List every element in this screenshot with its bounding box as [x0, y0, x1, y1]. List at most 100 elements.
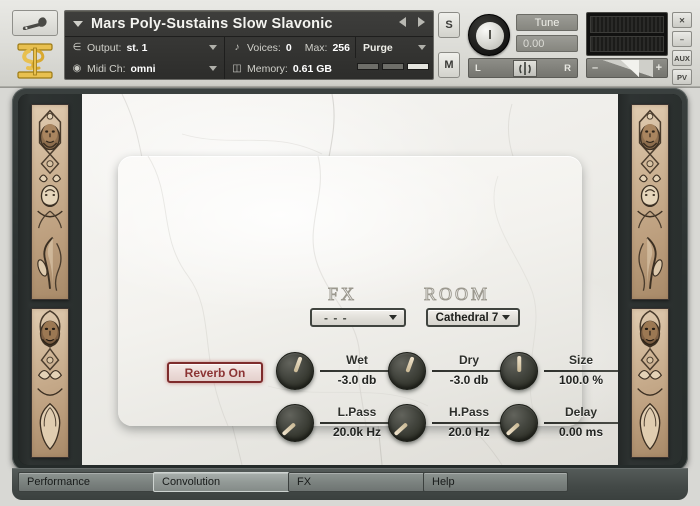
volume-slider[interactable]: – +: [586, 58, 668, 78]
kontakt-logo-icon: [12, 38, 58, 84]
max-value: 256: [332, 41, 350, 54]
pan-right-label: R: [564, 62, 571, 74]
carved-face-lower: [637, 310, 663, 451]
pan-handle[interactable]: [513, 60, 537, 77]
instrument-nav-arrows[interactable]: [399, 17, 425, 27]
knob-dial[interactable]: [500, 404, 538, 442]
knob-label: Dry: [458, 353, 479, 367]
purge-menu[interactable]: Purge: [355, 37, 433, 58]
aux-button[interactable]: AUX: [672, 50, 692, 66]
tune-value[interactable]: 0.00: [516, 35, 578, 52]
minimize-icon[interactable]: –: [672, 31, 692, 47]
tune-knob[interactable]: [468, 14, 510, 56]
knob-delay[interactable]: Delay 0.00 ms: [500, 404, 620, 450]
knob-dry[interactable]: Dry -3.0 db: [388, 352, 508, 398]
knob-indicator: [505, 422, 521, 437]
knob-indicator: [517, 356, 521, 372]
room-dropdown[interactable]: Cathedral 7: [426, 308, 520, 327]
next-preset-icon[interactable]: [418, 17, 425, 27]
meter-left: [590, 16, 664, 33]
volume-plus-label: +: [655, 62, 662, 74]
header-row-output: ∈ Output: st. 1 ♪ Voices: 0 Max: 256 Pur…: [65, 37, 433, 58]
tab-label: Help: [432, 476, 455, 488]
meter-segment: [382, 63, 404, 70]
meter-segment: [407, 63, 429, 70]
purge-chevron-icon[interactable]: [418, 45, 426, 50]
output-chevron-icon[interactable]: [209, 45, 217, 50]
window-buttons: ✕ – AUX PV: [672, 12, 694, 88]
fx-dropdown-value: - - -: [324, 310, 348, 325]
knob-dial[interactable]: [388, 404, 426, 442]
output-icon: ∈: [72, 42, 82, 53]
midi-label: Midi Ch:: [87, 62, 126, 75]
tab-convolution[interactable]: Convolution: [153, 472, 298, 492]
pan-left-label: L: [475, 62, 481, 74]
midi-chevron-icon[interactable]: [209, 66, 217, 71]
knob-label: Size: [568, 353, 593, 367]
room-dropdown-value: Cathedral 7: [435, 311, 499, 324]
output-selector[interactable]: ∈ Output: st. 1: [65, 37, 225, 58]
knob-lpass[interactable]: L.Pass 20.0k Hz: [276, 404, 396, 450]
fx-dropdown[interactable]: - - -: [310, 308, 406, 327]
output-value: st. 1: [126, 41, 148, 54]
reverb-on-button[interactable]: Reverb On: [167, 362, 263, 383]
knob-rule: [320, 370, 394, 372]
wrench-icon[interactable]: [12, 10, 58, 36]
knob-wet[interactable]: Wet -3.0 db: [276, 352, 396, 398]
knob-rule: [320, 422, 394, 424]
knob-dial[interactable]: [388, 352, 426, 390]
chevron-down-icon[interactable]: [502, 315, 511, 320]
tab-bar: Performance Convolution FX Help: [12, 468, 688, 500]
knob-size[interactable]: Size 100.0 %: [500, 352, 620, 398]
tab-help[interactable]: Help: [423, 472, 568, 492]
ornament-panel-face-top-left: [31, 104, 69, 300]
meter-right: [590, 35, 664, 52]
knob-value: -3.0 db: [449, 373, 489, 387]
midi-icon: ◉: [72, 63, 82, 74]
knob-rule: [432, 370, 506, 372]
left-ornament-column: [18, 94, 82, 465]
solo-button[interactable]: S: [438, 12, 460, 38]
knob-dial[interactable]: [500, 352, 538, 390]
max-label: Max:: [304, 41, 328, 54]
memory-meter: [357, 63, 429, 70]
chevron-down-icon[interactable]: [389, 315, 397, 320]
instrument-name: Mars Poly-Sustains Slow Slavonic: [91, 15, 333, 32]
prev-preset-icon[interactable]: [399, 17, 406, 27]
close-icon[interactable]: ✕: [672, 12, 692, 28]
knob-dial[interactable]: [276, 352, 314, 390]
pv-button[interactable]: PV: [672, 69, 692, 85]
tab-performance[interactable]: Performance: [18, 472, 163, 492]
output-label: Output:: [87, 41, 122, 54]
knob-value: 20.0k Hz: [332, 425, 382, 439]
knob-rule: [432, 422, 506, 424]
knob-indicator: [281, 422, 297, 437]
pan-slider[interactable]: L R: [468, 58, 578, 78]
tune-knob-cap: [476, 22, 504, 50]
midi-channel-selector[interactable]: ◉ Midi Ch: omni: [65, 58, 225, 79]
memory-icon: ◫: [232, 63, 242, 74]
instrument-title-row[interactable]: Mars Poly-Sustains Slow Slavonic: [65, 11, 433, 37]
fx-section-label: FX: [327, 284, 358, 305]
memory-label: Memory:: [247, 62, 288, 75]
knob-dial[interactable]: [276, 404, 314, 442]
tab-fx[interactable]: FX: [288, 472, 433, 492]
purge-label: Purge: [363, 41, 393, 54]
tab-label: Performance: [27, 476, 90, 488]
instrument-body-frame: CONVOLUTION FX ROOM - - - Cathedral 7: [12, 88, 688, 471]
knob-hpass[interactable]: H.Pass 20.0 Hz: [388, 404, 508, 450]
kontakt-instrument-window: Mars Poly-Sustains Slow Slavonic ∈ Outpu…: [0, 0, 700, 506]
knob-rule: [544, 422, 618, 424]
voices-value: 0: [285, 41, 292, 54]
knob-label: H.Pass: [448, 405, 490, 419]
mute-button[interactable]: M: [438, 52, 460, 78]
meter-segment: [357, 63, 379, 70]
tune-knob-pointer: [489, 30, 491, 39]
knob-indicator: [293, 356, 303, 373]
knob-indicator: [405, 356, 415, 373]
voices-icon: ♪: [234, 42, 240, 53]
knob-label: L.Pass: [337, 405, 377, 419]
memory-value: 0.61 GB: [292, 62, 332, 75]
header-left-icons: [8, 10, 62, 82]
chevron-down-icon[interactable]: [73, 20, 83, 27]
